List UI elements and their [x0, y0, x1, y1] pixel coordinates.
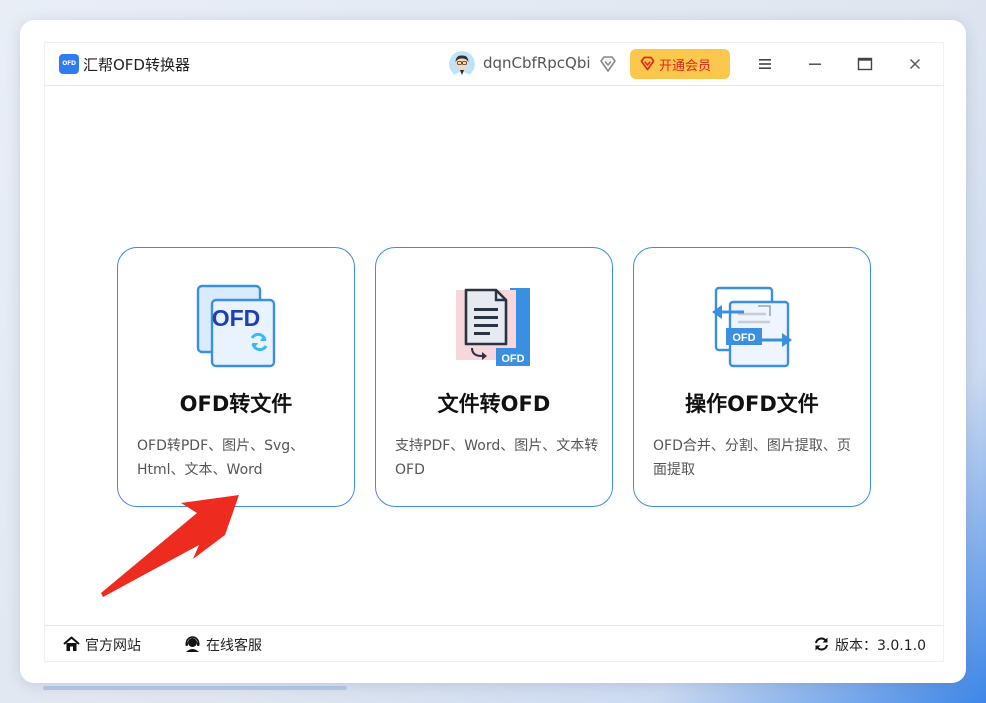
- card-description: OFD合并、分割、图片提取、页面提取: [653, 438, 851, 478]
- app-logo-icon: OFD: [59, 54, 79, 74]
- maximize-button[interactable]: [854, 53, 876, 75]
- hamburger-menu-icon: [759, 59, 771, 69]
- vip-diamond-icon: [600, 56, 616, 72]
- card-title: 操作OFD文件: [685, 392, 819, 416]
- refresh-icon: [815, 637, 828, 651]
- home-icon: [63, 636, 80, 651]
- minimize-button[interactable]: [804, 53, 826, 75]
- title-bar: OFD 汇帮OFD转换器 dqnCbfRpcQbi 开通会员: [45, 43, 943, 86]
- version-label: 版本：3.0.1.0: [835, 638, 926, 654]
- status-footer: 官方网站 在线客服 版本：3.0.1.0: [45, 625, 943, 662]
- ofd-icon-text: OFD: [501, 353, 524, 365]
- open-vip-button[interactable]: 开通会员: [630, 49, 730, 79]
- menu-button[interactable]: [754, 53, 776, 75]
- ofd-operate-icon: OFD: [712, 286, 792, 368]
- headset-icon: [185, 636, 200, 652]
- official-website-label: 官方网站: [85, 638, 141, 654]
- file-to-ofd-icon: OFD: [456, 288, 530, 366]
- user-avatar[interactable]: [449, 51, 475, 77]
- card-description: OFD转PDF、图片、Svg、Html、文本、Word: [137, 438, 305, 478]
- close-icon: [910, 59, 920, 69]
- card-title: OFD转文件: [179, 392, 293, 416]
- ofd-icon-text: OFD: [212, 305, 261, 331]
- desktop-taskbar-strip: [43, 686, 347, 690]
- vip-gem-icon: [640, 56, 655, 71]
- close-button[interactable]: [904, 53, 926, 75]
- card-title: 文件转OFD: [437, 392, 551, 416]
- ofd-icon-text: OFD: [732, 332, 755, 344]
- open-vip-label: 开通会员: [659, 59, 712, 74]
- app-content: OFD 汇帮OFD转换器 dqnCbfRpcQbi 开通会员 OFD OFD转文…: [44, 42, 944, 662]
- card-ofd-to-file[interactable]: OFD OFD转文件 OFD转PDF、图片、Svg、Html、文本、Word: [117, 247, 355, 507]
- online-service-label: 在线客服: [206, 638, 262, 654]
- ofd-convert-icon: OFD: [196, 284, 276, 368]
- maximize-icon: [857, 57, 873, 71]
- username-label[interactable]: dqnCbfRpcQbi: [483, 54, 591, 72]
- card-file-to-ofd[interactable]: OFD 文件转OFD 支持PDF、Word、图片、文本转OFD: [375, 247, 613, 507]
- app-title: 汇帮OFD转换器: [83, 56, 190, 74]
- card-operate-ofd[interactable]: OFD 操作OFD文件 OFD合并、分割、图片提取、页面提取: [633, 247, 871, 507]
- app-window: OFD 汇帮OFD转换器 dqnCbfRpcQbi 开通会员 OFD OFD转文…: [20, 20, 966, 683]
- red-pointer-arrow-icon: [101, 495, 239, 597]
- card-description: 支持PDF、Word、图片、文本转OFD: [395, 438, 599, 478]
- minimize-icon: [809, 63, 821, 65]
